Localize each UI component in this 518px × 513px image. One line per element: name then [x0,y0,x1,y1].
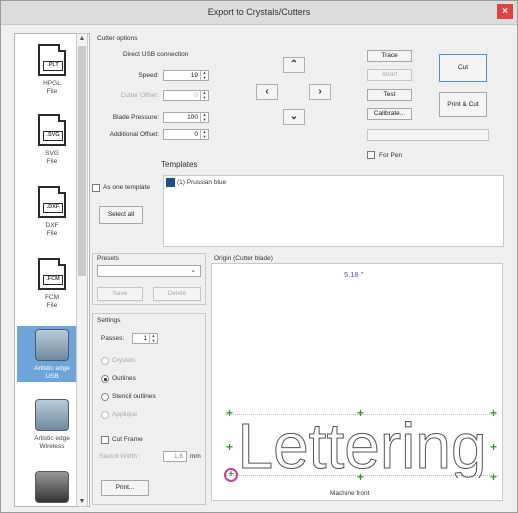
stencil-outlines-radio[interactable] [101,393,109,401]
trace-button[interactable]: Trace [367,50,412,62]
templates-heading: Templates [161,160,198,169]
file-icon: .DXF [38,186,66,218]
move-down-button[interactable]: ⌄ [283,109,305,125]
handle-icon[interactable]: + [226,441,233,453]
cutter-offset-input[interactable]: 0 ▲ ▼ [163,90,209,101]
window-title: Export to Crystals/Cutters [207,7,311,17]
spinner-icon: ▲ ▼ [200,90,208,100]
speed-input[interactable]: 19 ▲ ▼ [163,70,209,81]
close-icon[interactable]: × [497,4,513,19]
as-one-template-checkbox[interactable] [92,184,100,192]
cutter-offset-label: Cutter Offset: [120,92,159,99]
delete-preset-button[interactable]: Delete [153,287,201,301]
template-item[interactable]: (1) Prussian blue [177,179,226,186]
print-and-cut-button[interactable]: Print & Cut [439,92,487,117]
as-one-template-label: As one template [103,184,150,191]
handle-icon[interactable]: + [226,407,233,419]
direct-usb-label: Direct USB connection [123,51,189,58]
templates-list[interactable]: (1) Prussian blue [163,175,504,247]
scroll-up-icon[interactable]: ▲ [77,35,87,42]
handle-icon[interactable]: + [490,441,497,453]
handle-icon[interactable]: + [357,407,364,419]
file-icon: .PLT [38,44,66,76]
cut-frame-checkbox[interactable] [101,436,109,444]
spinner-icon: ▲ ▼ [149,333,157,343]
title-bar[interactable]: Export to Crystals/Cutters × [1,1,517,25]
for-pen-checkbox[interactable] [367,151,375,159]
origin-marker-icon[interactable]: + [224,468,238,482]
spinner-icon: ▲ ▼ [200,70,208,80]
stencil-unit-label: mm [190,453,201,460]
stencil-width-label: Stencil Width : [99,453,141,460]
stencil-outlines-label: Stencil outlines [112,393,156,400]
handle-icon[interactable]: + [357,471,364,483]
cutter-device-icon [35,329,69,361]
file-icon: .SVG [38,114,66,146]
cutter-options-heading: Cutter options [97,35,138,42]
stencil-width-input[interactable]: 1.6 [163,451,187,462]
origin-label: Origin (Cutter blade) [214,255,273,262]
cut-button[interactable]: Cut [439,54,487,82]
crystals-radio[interactable] [101,357,109,365]
additional-offset-input[interactable]: 0 ▲ ▼ [163,129,209,140]
test-button[interactable]: Test [367,89,412,101]
chevron-down-icon: ⌄ [190,267,196,274]
spinner-icon: ▲ ▼ [200,129,208,139]
applique-label: Applique [112,411,138,418]
machine-front-label: Machine front [330,490,370,497]
blade-pressure-label: Blade Pressure: [112,114,159,121]
move-right-button[interactable]: › [309,84,331,100]
settings-heading: Settings [97,317,121,324]
status-field [367,129,489,141]
abort-button[interactable]: Abort [367,69,412,81]
calibrate-button[interactable]: Calibrate... [367,108,412,120]
save-preset-button[interactable]: Save [97,287,143,301]
select-all-button[interactable]: Select all [99,206,143,224]
machine-icon [35,471,69,503]
passes-label: Passes: [101,335,125,342]
handle-icon[interactable]: + [490,471,497,483]
width-dimension: 5.18 " [344,270,364,279]
scrollbar-thumb[interactable] [78,46,86,276]
spinner-icon: ▲ ▼ [200,112,208,122]
cut-frame-label: Cut Frame [112,436,143,443]
presets-heading: Presets [97,255,120,262]
speed-label: Speed: [138,72,159,79]
additional-offset-label: Additional Offset: [109,131,159,138]
move-left-button[interactable]: ‹ [256,84,278,100]
print-button[interactable]: Print... [101,480,149,496]
presets-dropdown[interactable]: ⌄ [97,265,201,277]
outlines-label: Outlines [112,375,136,382]
color-swatch [166,178,175,187]
sidebar-scrollbar[interactable]: ▲ ▼ [76,33,88,507]
passes-input[interactable]: 1 ▲ ▼ [132,333,158,344]
cutter-device-icon [35,399,69,431]
cut-preview-canvas[interactable]: 5.18 " Lettering + + + + + + + + Machine… [211,263,503,501]
lettering-outline: Lettering [237,412,487,478]
scroll-down-icon[interactable]: ▼ [77,498,87,505]
file-icon: .FCM [38,258,66,290]
applique-radio[interactable] [101,411,109,419]
crystals-label: Crystals [112,357,136,364]
move-up-button[interactable]: ⌃ [283,57,305,73]
for-pen-label: For Pen [379,152,403,159]
export-dialog: Export to Crystals/Cutters × .PLT HPGL F… [0,0,518,513]
blade-pressure-input[interactable]: 100 ▲ ▼ [163,112,209,123]
handle-icon[interactable]: + [490,407,497,419]
outlines-radio[interactable] [101,375,109,383]
lettering-text: Lettering [237,412,486,478]
